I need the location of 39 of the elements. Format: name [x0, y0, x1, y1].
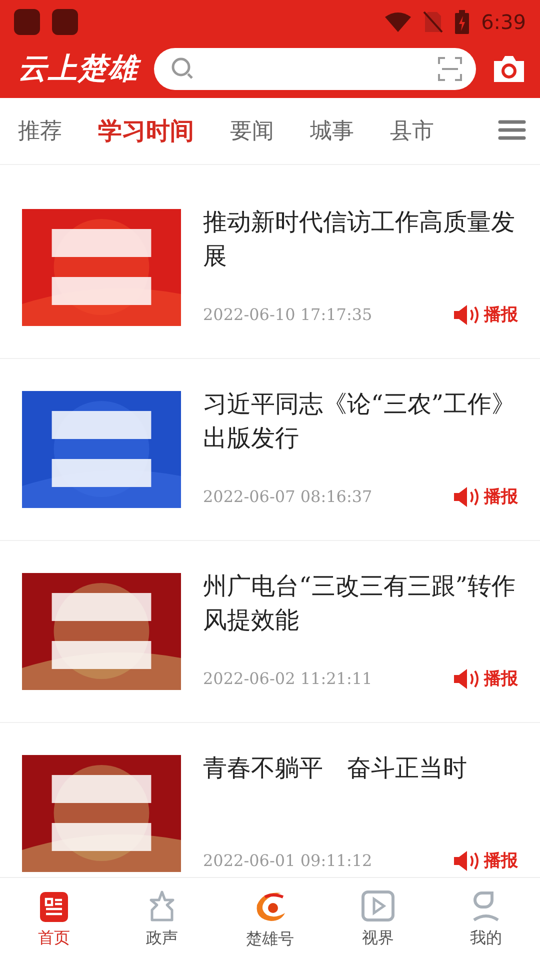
nav-tab[interactable]: 楚雄号 [216, 878, 324, 960]
broadcast-button[interactable]: 播报 [453, 303, 518, 326]
menu-icon[interactable] [498, 119, 526, 141]
scan-icon[interactable] [438, 57, 462, 81]
publish-time: 2022-06-07 08:16:37 [203, 487, 372, 506]
publish-time: 2022-06-01 09:11:12 [203, 851, 372, 870]
notification-icon [14, 9, 40, 35]
wifi-icon [385, 12, 412, 32]
article-title[interactable]: 州广电台“三改三有三跟”转作风提效能 [203, 569, 518, 637]
broadcast-button[interactable]: 播报 [453, 667, 518, 690]
nav-tab[interactable]: 政声 [108, 878, 216, 960]
play-icon [361, 890, 395, 922]
category-tab[interactable]: 县市 [390, 116, 434, 146]
notification-icon [52, 9, 78, 35]
nav-tab[interactable]: 首页 [0, 878, 108, 960]
camera-icon[interactable] [492, 55, 526, 83]
news-icon [38, 890, 70, 922]
article-title[interactable]: 习近平同志《论“三农”工作》出版发行 [203, 387, 518, 455]
speaker-icon [453, 850, 481, 872]
publish-time: 2022-06-10 17:17:35 [203, 305, 372, 324]
no-sim-icon [423, 11, 444, 33]
search-field[interactable] [154, 48, 476, 90]
broadcast-button[interactable]: 播报 [453, 849, 518, 872]
category-tab[interactable]: 要闻 [230, 116, 274, 146]
article-title[interactable]: 推动新时代信访工作高质量发展 [203, 205, 518, 273]
broadcast-button[interactable]: 播报 [453, 485, 518, 508]
speaker-icon [453, 668, 481, 690]
user-icon [470, 890, 502, 922]
category-tab[interactable]: 推荐 [18, 116, 62, 146]
battery-icon [455, 10, 470, 34]
article-title[interactable]: 青春不躺平 奋斗正当时 [203, 751, 518, 785]
category-tab[interactable]: 学习时间 [98, 115, 194, 147]
status-time: 6:39 [481, 10, 526, 34]
publish-time: 2022-06-02 11:21:11 [203, 669, 372, 688]
category-tab[interactable]: 城事 [310, 116, 354, 146]
speaker-icon [453, 304, 481, 326]
speaker-icon [453, 486, 481, 508]
nav-tab[interactable]: 视界 [324, 878, 432, 960]
nav-tab[interactable]: 我的 [432, 878, 540, 960]
